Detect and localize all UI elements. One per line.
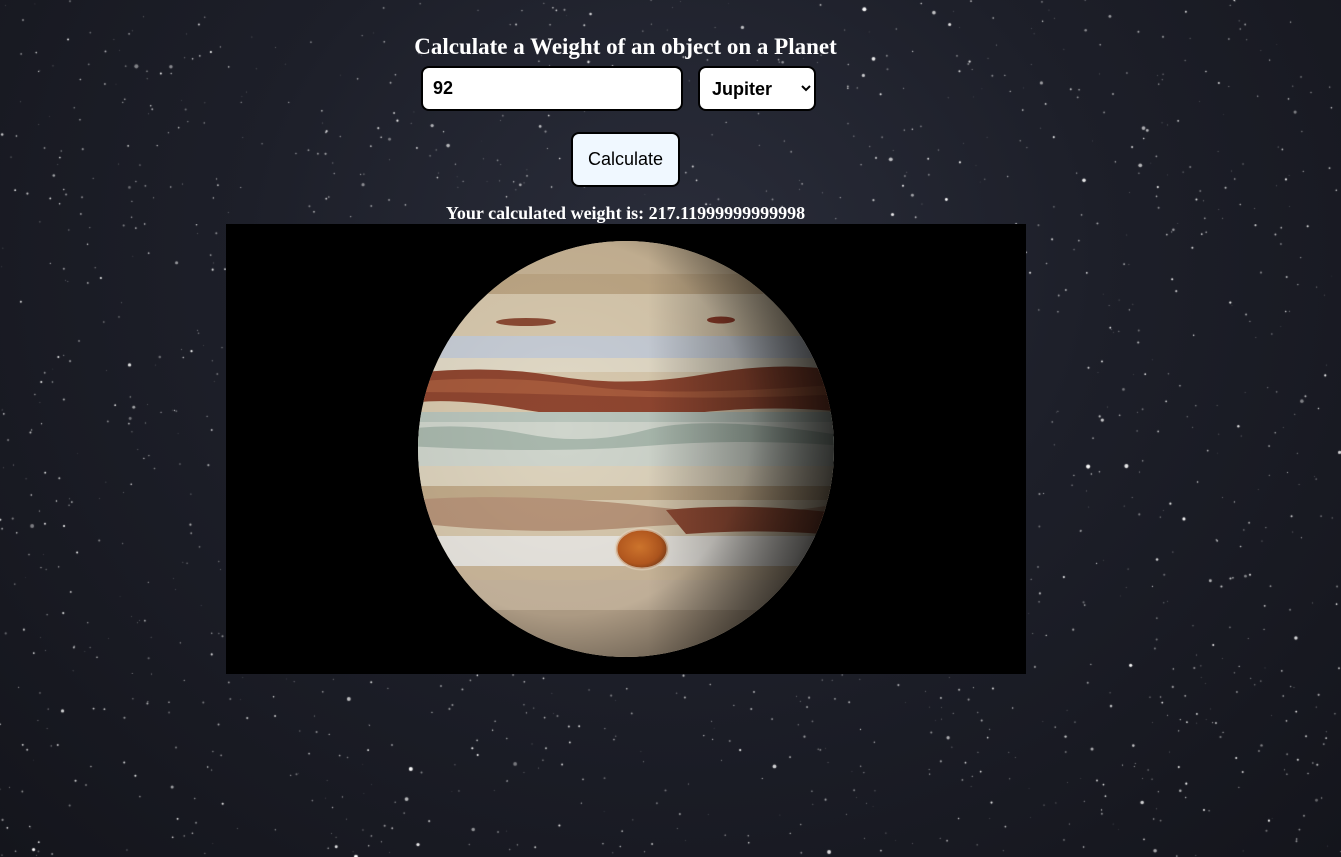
calculate-button[interactable]: Calculate	[571, 132, 680, 187]
planet-select[interactable]: MercuryVenusEarthMarsJupiterSaturnUranus…	[698, 66, 816, 111]
result-text: Your calculated weight is: 217.119999999…	[445, 203, 806, 223]
page-title: Calculate a Weight of an object on a Pla…	[414, 34, 837, 60]
weight-input[interactable]	[421, 66, 683, 111]
jupiter-illustration	[418, 241, 834, 657]
planet-image	[226, 224, 1026, 674]
